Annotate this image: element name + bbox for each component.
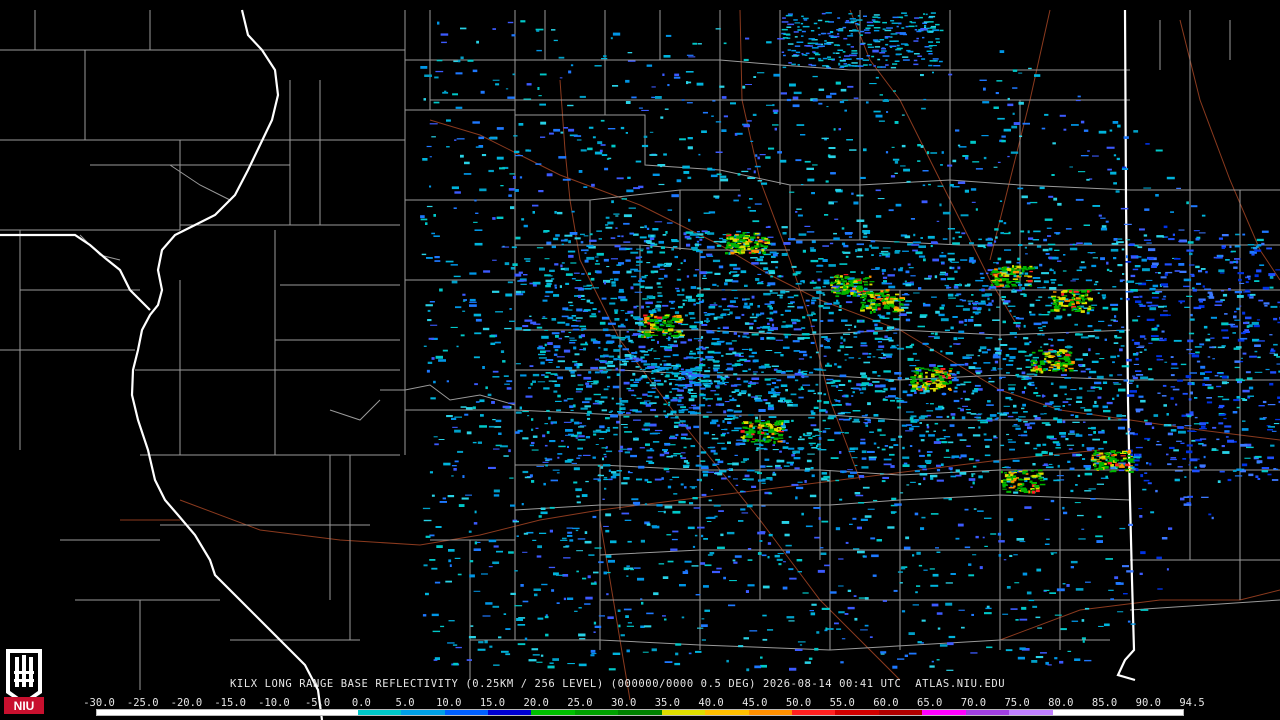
scale-label: 80.0	[1048, 697, 1074, 709]
scale-label: 10.0	[436, 697, 462, 709]
scale-label: 55.0	[829, 697, 855, 709]
scale-label: 25.0	[567, 697, 593, 709]
scale-label: 70.0	[960, 697, 987, 709]
scale-swatch	[314, 710, 358, 715]
radar-map	[0, 0, 1280, 720]
scale-swatch	[748, 710, 792, 715]
scale-label: -25.0	[126, 697, 159, 709]
scale-swatch	[444, 710, 488, 715]
scale-label: -5.0	[304, 697, 331, 709]
scale-label: 30.0	[610, 697, 637, 709]
scale-swatch	[97, 710, 141, 715]
scale-swatch	[878, 710, 923, 715]
niu-logo-text: NIU	[14, 699, 35, 713]
niu-logo: NIU	[2, 647, 46, 715]
scale-swatch	[1009, 710, 1053, 715]
scale-label: 5.0	[395, 697, 415, 709]
scale-swatch	[487, 710, 532, 715]
scale-label: 15.0	[479, 697, 506, 709]
product-caption: KILX LONG RANGE BASE REFLECTIVITY (0.25K…	[230, 678, 1006, 690]
scale-swatch	[401, 710, 445, 715]
scale-label: 65.0	[917, 697, 943, 709]
scale-swatch	[574, 710, 619, 715]
scale-label: 85.0	[1091, 697, 1118, 709]
scale-swatch	[1096, 710, 1140, 715]
scale-swatch	[531, 710, 575, 715]
scale-swatch	[922, 710, 966, 715]
scale-label: -10.0	[258, 697, 290, 709]
scale-label: 20.0	[523, 697, 549, 709]
scale-swatch	[1139, 710, 1183, 715]
scale-swatch	[661, 710, 706, 715]
scale-swatch	[140, 710, 184, 715]
scale-label: 35.0	[654, 697, 681, 709]
scale-label: 50.0	[785, 697, 812, 709]
scale-swatch	[227, 710, 271, 715]
scale-swatch	[965, 710, 1010, 715]
scale-label: 75.0	[1004, 697, 1030, 709]
scale-swatch	[357, 710, 402, 715]
scale-label: 60.0	[873, 697, 899, 709]
scale-swatch	[1052, 710, 1097, 715]
scale-swatch	[792, 710, 836, 715]
scale-label: 90.0	[1135, 697, 1161, 709]
scale-swatch	[705, 710, 749, 715]
scale-label: -30.0	[83, 697, 115, 709]
scale-label: 45.0	[742, 697, 768, 709]
reflectivity-scale-labels: -30.0 -25.0 -20.0 -15.0 -10.0 -5.0 0.0 5.0 10.0 1…	[83, 697, 1204, 709]
scale-swatch	[618, 710, 662, 715]
scale-swatch	[183, 710, 228, 715]
scale-swatch	[270, 710, 315, 715]
scale-label: 0.0	[351, 697, 371, 709]
scale-label: -20.0	[170, 697, 203, 709]
scale-label: 94.5	[1179, 697, 1205, 709]
scale-label: -15.0	[214, 697, 246, 709]
reflectivity-color-scale	[96, 709, 1184, 716]
scale-swatch	[835, 710, 879, 715]
scale-label: 40.0	[698, 697, 724, 709]
